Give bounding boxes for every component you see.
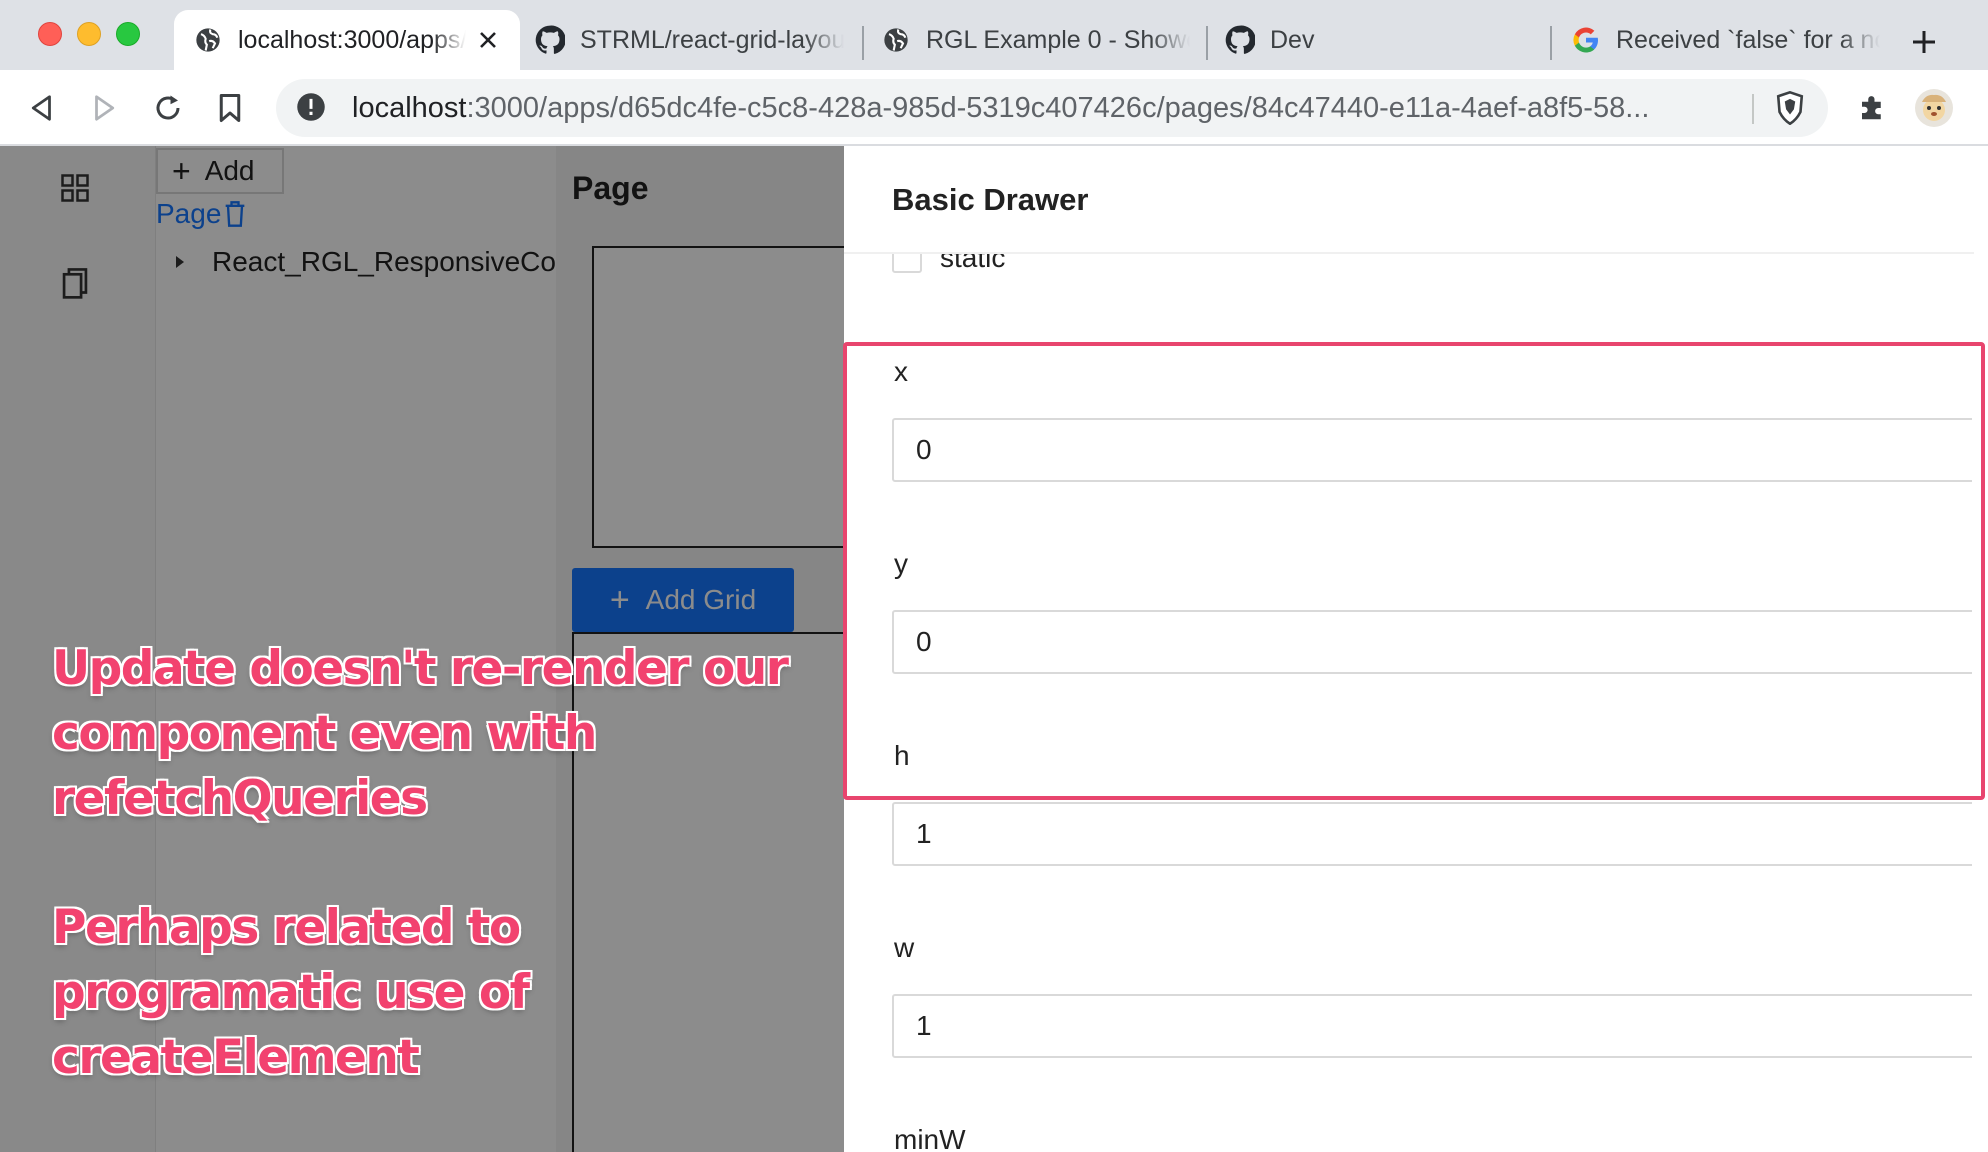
tab-title: Dev: [1270, 25, 1315, 54]
tab-title: STRML/react-grid-layout: [580, 25, 844, 54]
browser-toolbar: localhost:3000/apps/d65dc4fe-c5c8-428a-9…: [0, 70, 1988, 146]
profile-avatar[interactable]: [1912, 86, 1956, 130]
tab-title: RGL Example 0 - Showcase: [926, 25, 1190, 54]
annotation-note-update: Update doesn't re-render our component e…: [51, 640, 790, 827]
url-path: :3000/apps/d65dc4fe-c5c8-428a-985d-5319c…: [466, 91, 1650, 124]
browser-tab-dev[interactable]: Dev: [1206, 10, 1552, 70]
minimize-window-button[interactable]: [77, 22, 101, 46]
drawer-header: Basic Drawer: [844, 146, 1974, 254]
extensions-puzzle-icon[interactable]: [1850, 86, 1894, 130]
back-button[interactable]: [20, 86, 64, 130]
forward-button[interactable]: [82, 86, 126, 130]
annotation-note-createelement: Perhaps related to programatic use of cr…: [51, 899, 531, 1086]
brave-shield-icon[interactable]: [1768, 86, 1812, 130]
browser-tab-strip: localhost:3000/apps/d65dc4fe-c5c8-428a-9…: [0, 0, 1988, 70]
browser-tab-react-grid-layout[interactable]: STRML/react-grid-layout: [516, 10, 862, 70]
browser-tab-localhost[interactable]: localhost:3000/apps/d65dc4fe-c5c8-428a-9…: [174, 10, 520, 70]
globe-icon: [880, 24, 912, 56]
drawer-title: Basic Drawer: [892, 182, 1089, 217]
h-input[interactable]: 1: [892, 802, 1974, 866]
toolbar-separator: [1752, 94, 1754, 124]
github-icon: [534, 24, 566, 56]
close-tab-icon[interactable]: [474, 26, 502, 54]
w-input[interactable]: 1: [892, 994, 1974, 1058]
browser-tab-rgl-example[interactable]: RGL Example 0 - Showcase: [862, 10, 1208, 70]
browser-tab-google-search[interactable]: Received `false` for a non-boolean attri…: [1552, 10, 1898, 70]
bookmark-button[interactable]: [208, 86, 252, 130]
reload-button[interactable]: [146, 86, 190, 130]
new-tab-button[interactable]: [1904, 22, 1944, 62]
address-bar[interactable]: localhost:3000/apps/d65dc4fe-c5c8-428a-9…: [276, 79, 1828, 137]
tab-title: Received `false` for a non-boolean attri…: [1616, 25, 1880, 54]
url-text: localhost:3000/apps/d65dc4fe-c5c8-428a-9…: [352, 92, 1649, 125]
globe-icon: [192, 24, 224, 56]
github-icon: [1224, 24, 1256, 56]
tab-title: localhost:3000/apps/d65dc4fe-c5c8-428a-9…: [238, 25, 466, 54]
url-host: localhost: [352, 91, 467, 124]
google-icon: [1570, 24, 1602, 56]
annotation-highlight-box: [843, 342, 1985, 800]
zoom-window-button[interactable]: [116, 22, 140, 46]
site-info-icon[interactable]: [296, 92, 328, 124]
field-label-w: w: [894, 932, 915, 963]
field-label-minw: minW: [894, 1124, 966, 1152]
close-window-button[interactable]: [38, 22, 62, 46]
